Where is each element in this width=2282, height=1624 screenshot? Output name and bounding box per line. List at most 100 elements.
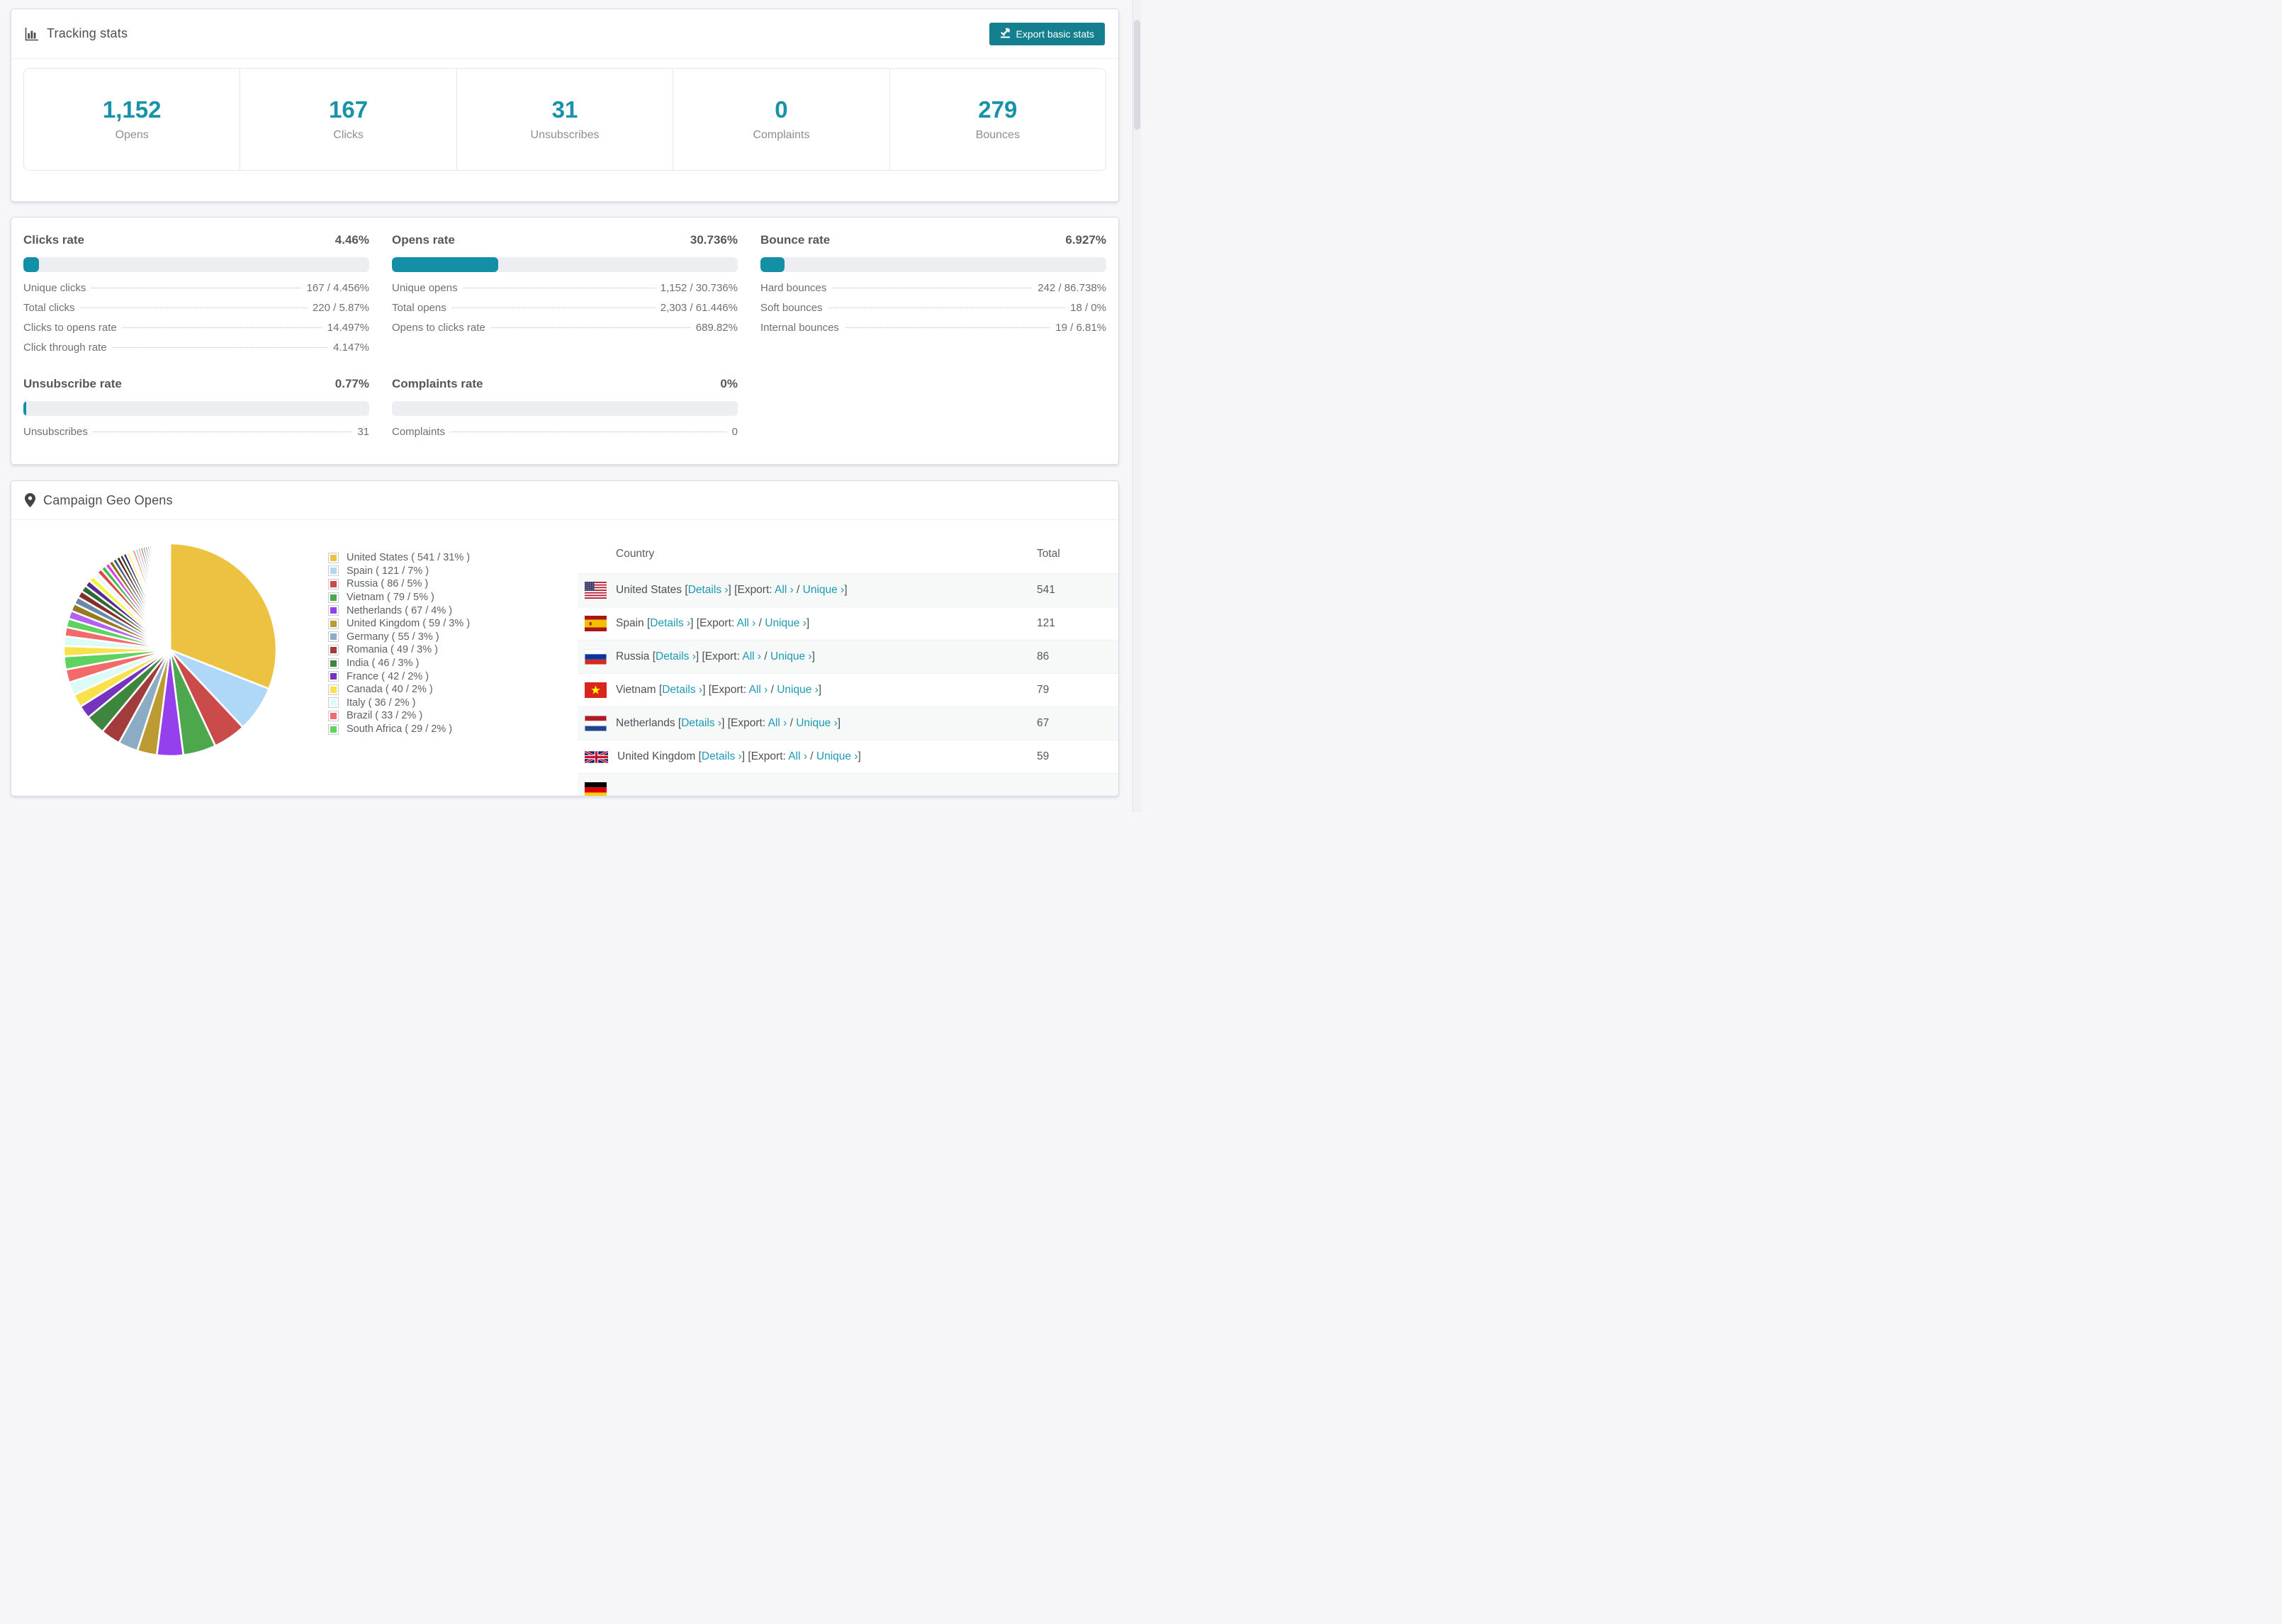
geo-table-header: Country Total	[578, 534, 1118, 573]
legend-label: Netherlands ( 67 / 4% )	[347, 604, 453, 616]
export-unique-link[interactable]: Unique ›	[796, 717, 838, 729]
stat-label: Clicks	[333, 128, 364, 141]
rate-row-label: Complaints	[392, 426, 446, 438]
export-all-link[interactable]: All ›	[768, 717, 787, 729]
rate-title: Bounce rate	[760, 233, 831, 247]
rate-row: Click through rate 4.147%	[23, 342, 369, 361]
page: Tracking stats Export basic stats 1,152 O…	[11, 0, 1119, 796]
dotted-leader	[122, 327, 322, 328]
legend-label: India ( 46 / 3% )	[347, 658, 420, 670]
legend-swatch	[328, 723, 339, 735]
tracking-stats-title-text: Tracking stats	[47, 26, 128, 40]
geo-country-cell	[585, 782, 1037, 796]
legend-item: United Kingdom ( 59 / 3% )	[328, 617, 578, 631]
stat-value: 31	[551, 96, 578, 123]
scrollbar-thumb[interactable]	[1134, 20, 1140, 130]
legend-swatch	[328, 710, 339, 721]
geo-country-links: Spain [Details ›] [Export: All › / Uniqu…	[616, 617, 810, 629]
legend-item: Romania ( 49 / 3% )	[328, 643, 578, 657]
rate-row-label: Total opens	[392, 302, 446, 314]
rate-section-opens: Opens rate 30.736% Unique opens 1,152 / 30.…	[392, 218, 738, 361]
geo-total-cell: 541	[1037, 584, 1055, 596]
export-all-link[interactable]: All ›	[775, 584, 794, 596]
export-unique-link[interactable]: Unique ›	[765, 617, 806, 629]
stat-box-bounces: 279 Bounces	[889, 69, 1106, 170]
export-all-link[interactable]: All ›	[737, 617, 756, 629]
stat-value: 279	[978, 96, 1018, 123]
stat-label: Unsubscribes	[530, 128, 600, 141]
rate-row: Unique clicks 167 / 4.456%	[23, 282, 369, 302]
rates-card: Clicks rate 4.46% Unique clicks 167 / 4.456…	[11, 217, 1119, 465]
geo-header: Campaign Geo Opens	[11, 481, 1118, 520]
geo-total-cell: 79	[1037, 684, 1050, 696]
geo-country-links: Netherlands [Details ›] [Export: All › /…	[616, 717, 841, 729]
flag-nl	[585, 716, 607, 731]
tracking-stats-title: Tracking stats	[25, 26, 128, 41]
rate-value: 6.927%	[1065, 233, 1106, 247]
legend-item: France ( 42 / 2% )	[328, 670, 578, 683]
rate-row: Complaints 0	[392, 426, 738, 446]
geo-table-row: Spain [Details ›] [Export: All › / Uniqu…	[578, 607, 1118, 640]
geo-country-cell: Russia [Details ›] [Export: All › / Uniq…	[585, 649, 1037, 665]
stat-label: Opens	[115, 128, 149, 141]
scrollbar-track[interactable]	[1132, 0, 1141, 812]
export-icon	[1000, 28, 1011, 40]
rate-title: Opens rate	[392, 233, 455, 247]
legend-label: Russia ( 86 / 5% )	[347, 578, 429, 590]
rate-progress-track	[23, 401, 369, 416]
rate-row-value: 19 / 6.81%	[1055, 322, 1106, 334]
legend-label: Germany ( 55 / 3% )	[347, 631, 439, 643]
export-all-link[interactable]: All ›	[788, 750, 807, 762]
legend-item: Germany ( 55 / 3% )	[328, 631, 578, 644]
details-link[interactable]: Details ›	[662, 684, 702, 696]
tracking-stats-header: Tracking stats Export basic stats	[11, 9, 1118, 59]
export-unique-link[interactable]: Unique ›	[816, 750, 858, 762]
details-link[interactable]: Details ›	[702, 750, 742, 762]
stat-label: Complaints	[753, 128, 810, 141]
export-all-link[interactable]: All ›	[749, 684, 768, 696]
rate-row: Unsubscribes 31	[23, 426, 369, 446]
tracking-stats-card: Tracking stats Export basic stats 1,152 O…	[11, 9, 1119, 202]
rate-progress-fill	[760, 257, 785, 272]
flag-es	[585, 616, 607, 631]
legend-swatch	[328, 658, 339, 669]
legend-swatch	[328, 644, 339, 655]
rate-title: Complaints rate	[392, 377, 483, 390]
summary-stats-row: 1,152 Opens 167 Clicks 31 Unsubscribes 0 Compla…	[23, 68, 1106, 171]
stat-value: 0	[775, 96, 788, 123]
geo-col-country: Country	[616, 547, 655, 560]
stat-box-clicks: 167 Clicks	[240, 69, 456, 170]
country-name: Spain	[616, 617, 644, 629]
details-link[interactable]: Details ›	[656, 650, 696, 662]
bar-chart-icon	[25, 27, 39, 41]
rate-section-bounce: Bounce rate 6.927% Hard bounces 242 / 86.73…	[760, 218, 1106, 361]
rate-row-label: Unique clicks	[23, 282, 86, 294]
flag-us	[585, 582, 607, 599]
rate-row: Total opens 2,303 / 61.446%	[392, 302, 738, 322]
export-basic-stats-button[interactable]: Export basic stats	[989, 22, 1105, 45]
export-unique-link[interactable]: Unique ›	[770, 650, 812, 662]
details-link[interactable]: Details ›	[681, 717, 721, 729]
rate-value: 30.736%	[690, 233, 738, 247]
rate-row-label: Soft bounces	[760, 302, 823, 314]
rate-value: 0%	[720, 377, 738, 390]
details-link[interactable]: Details ›	[688, 584, 729, 596]
rate-title: Unsubscribe rate	[23, 377, 122, 390]
legend-swatch	[328, 605, 339, 616]
rate-row: Clicks to opens rate 14.497%	[23, 322, 369, 342]
legend-item: Russia ( 86 / 5% )	[328, 577, 578, 591]
export-all-link[interactable]: All ›	[742, 650, 761, 662]
rate-row-label: Hard bounces	[760, 282, 827, 294]
campaign-geo-opens-card: Campaign Geo Opens United States ( 541 /…	[11, 480, 1119, 796]
rate-progress-fill	[23, 257, 39, 272]
export-unique-link[interactable]: Unique ›	[803, 584, 845, 596]
geo-legend: United States ( 541 / 31% ) Spain ( 121 /…	[328, 534, 578, 796]
legend-label: South Africa ( 29 / 2% )	[347, 723, 453, 735]
legend-label: Vietnam ( 79 / 5% )	[347, 592, 434, 604]
country-name: Netherlands	[616, 717, 675, 729]
export-unique-link[interactable]: Unique ›	[777, 684, 819, 696]
geo-total-cell: 121	[1037, 617, 1055, 629]
rate-row: Hard bounces 242 / 86.738%	[760, 282, 1106, 302]
stat-value: 1,152	[102, 96, 162, 123]
details-link[interactable]: Details ›	[650, 617, 690, 629]
